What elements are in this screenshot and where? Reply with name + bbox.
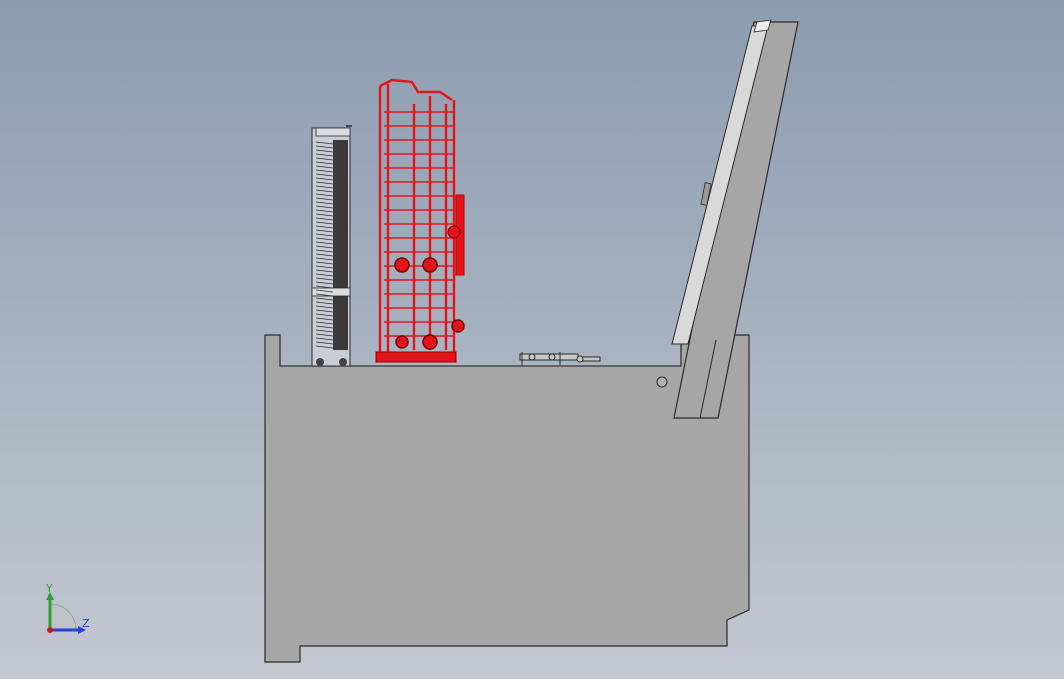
orientation-triad: Y Z <box>45 582 90 634</box>
cad-viewport[interactable]: Y Z <box>0 0 1064 679</box>
valve-wheel <box>451 319 465 333</box>
base-housing[interactable] <box>264 334 750 663</box>
valve-wheel <box>395 335 409 349</box>
valve-wheel <box>422 334 438 350</box>
z-axis-label: Z <box>82 617 90 630</box>
mount-hole <box>656 376 668 388</box>
y-axis-label: Y <box>45 582 53 595</box>
valve-wheel <box>422 257 438 273</box>
valve-wheel <box>394 257 410 273</box>
column-assembly[interactable] <box>311 125 352 367</box>
red-rack-assembly[interactable] <box>375 78 465 363</box>
pipe-fitting[interactable] <box>519 352 601 366</box>
